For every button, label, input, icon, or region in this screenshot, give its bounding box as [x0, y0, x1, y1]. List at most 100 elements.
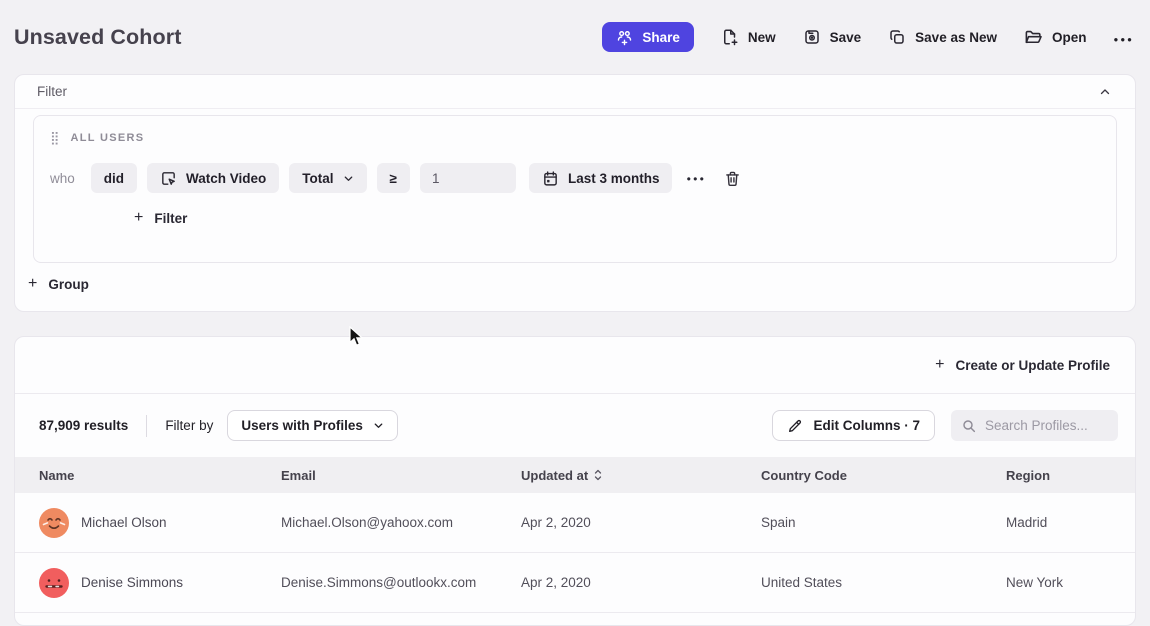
share-users-icon — [616, 29, 633, 46]
date-range-chip[interactable]: Last 3 months — [529, 163, 673, 193]
filter-panel-header: Filter — [15, 75, 1135, 109]
avatar — [39, 568, 69, 598]
add-group-label: Group — [48, 277, 89, 292]
plus-icon: + — [28, 276, 37, 292]
avatar — [39, 508, 69, 538]
plus-icon: + — [134, 210, 143, 226]
share-button[interactable]: Share — [602, 22, 694, 52]
search-icon — [961, 418, 977, 434]
save-as-new-button-label: Save as New — [915, 30, 997, 45]
column-header-email[interactable]: Email — [281, 468, 521, 483]
results-toolbar: 87,909 results Filter by Users with Prof… — [15, 394, 1135, 457]
results-toolbar-right: Edit Columns · 7 — [772, 410, 1118, 441]
table-row[interactable]: Michael Olson Michael.Olson@yahoox.com A… — [15, 493, 1135, 553]
who-label: who — [50, 171, 75, 186]
aggregation-chip-label: Total — [302, 171, 333, 186]
trash-icon — [724, 170, 741, 187]
results-count: 87,909 results — [39, 418, 128, 433]
share-button-label: Share — [642, 30, 680, 45]
drag-handle-icon[interactable]: ⣿ — [50, 130, 59, 146]
operator-chip[interactable]: ≥ — [377, 163, 410, 193]
column-header-name[interactable]: Name — [39, 468, 281, 483]
column-header-label: Region — [1006, 468, 1050, 483]
edit-columns-label: Edit Columns · 7 — [813, 418, 920, 433]
cohort-group-card: ⣿ ALL USERS who did Watch Video Total — [33, 115, 1117, 263]
meatballs-icon: ●●● — [1114, 35, 1135, 44]
new-button-label: New — [748, 30, 776, 45]
chevron-up-icon — [1099, 86, 1111, 98]
name-cell: Denise Simmons — [39, 568, 281, 598]
column-header-country-code[interactable]: Country Code — [761, 468, 1006, 483]
email-cell: Denise.Simmons@outlookx.com — [281, 575, 521, 590]
profile-filter-dropdown[interactable]: Users with Profiles — [227, 410, 398, 441]
region-cell: New York — [1006, 575, 1135, 590]
chevron-down-icon — [373, 420, 384, 431]
vertical-divider — [146, 415, 147, 437]
search-profiles-input[interactable] — [985, 418, 1108, 433]
updated-at-cell: Apr 2, 2020 — [521, 515, 761, 530]
avatar-face-happy — [39, 508, 69, 538]
add-filter-button[interactable]: + Filter — [134, 210, 187, 226]
profile-name: Michael Olson — [81, 515, 167, 530]
add-filter-label: Filter — [154, 211, 187, 226]
column-header-label: Email — [281, 468, 316, 483]
did-chip[interactable]: did — [91, 163, 137, 193]
results-toolbar-left: 87,909 results Filter by Users with Prof… — [39, 410, 398, 441]
save-button-label: Save — [830, 30, 862, 45]
open-button[interactable]: Open — [1024, 28, 1087, 47]
value-input[interactable] — [420, 163, 516, 193]
country-code-cell: United States — [761, 575, 1006, 590]
meatballs-icon: ●●● — [686, 174, 706, 183]
email-cell: Michael.Olson@yahoox.com — [281, 515, 521, 530]
collapse-filter-button[interactable] — [1097, 84, 1113, 100]
column-header-label: Name — [39, 468, 74, 483]
results-panel: + Create or Update Profile 87,909 result… — [14, 336, 1136, 626]
delete-condition-button[interactable] — [722, 168, 743, 189]
name-cell: Michael Olson — [39, 508, 281, 538]
topbar: Unsaved Cohort Share New — [0, 0, 1150, 74]
save-button[interactable]: Save — [803, 28, 862, 46]
create-profile-row: + Create or Update Profile — [15, 337, 1135, 394]
add-group-button[interactable]: + Group — [28, 276, 89, 292]
new-file-icon — [721, 28, 739, 46]
column-header-region[interactable]: Region — [1006, 468, 1135, 483]
filter-panel-title: Filter — [37, 84, 67, 99]
search-box — [951, 410, 1118, 441]
group-label: ALL USERS — [71, 132, 145, 144]
date-range-chip-label: Last 3 months — [568, 171, 660, 186]
profile-name: Denise Simmons — [81, 575, 183, 590]
sort-icon[interactable] — [593, 469, 603, 481]
updated-at-cell: Apr 2, 2020 — [521, 575, 761, 590]
operator-chip-label: ≥ — [390, 171, 397, 186]
column-header-label: Updated at — [521, 468, 588, 483]
condition-options-button[interactable]: ●●● — [686, 172, 706, 184]
save-icon — [803, 28, 821, 46]
new-button[interactable]: New — [721, 28, 776, 46]
avatar-face-neutral — [39, 568, 69, 598]
edit-columns-button[interactable]: Edit Columns · 7 — [772, 410, 935, 441]
toolbar: Share New Save Save as — [602, 22, 1134, 52]
profile-filter-value: Users with Profiles — [241, 418, 363, 433]
region-cell: Madrid — [1006, 515, 1135, 530]
table-row[interactable]: Denise Simmons Denise.Simmons@outlookx.c… — [15, 553, 1135, 613]
event-click-icon — [160, 170, 177, 187]
filter-condition-row: who did Watch Video Total ≥ — [50, 163, 1100, 193]
group-header: ⣿ ALL USERS — [50, 130, 1100, 146]
chevron-down-icon — [343, 173, 354, 184]
page-title: Unsaved Cohort — [14, 25, 181, 50]
copy-icon — [888, 28, 906, 46]
country-code-cell: Spain — [761, 515, 1006, 530]
more-options-button[interactable]: ●●● — [1114, 30, 1135, 45]
table-header: Name Email Updated at Country Code Regio… — [15, 457, 1135, 493]
create-or-update-profile-button[interactable]: + Create or Update Profile — [935, 357, 1110, 373]
open-folder-icon — [1024, 28, 1043, 47]
calendar-icon — [542, 170, 559, 187]
column-header-label: Country Code — [761, 468, 847, 483]
event-chip-label: Watch Video — [186, 171, 266, 186]
aggregation-chip[interactable]: Total — [289, 163, 366, 193]
create-or-update-profile-label: Create or Update Profile — [955, 358, 1110, 373]
plus-icon: + — [935, 357, 944, 373]
column-header-updated-at[interactable]: Updated at — [521, 468, 761, 483]
event-chip[interactable]: Watch Video — [147, 163, 279, 193]
save-as-new-button[interactable]: Save as New — [888, 28, 997, 46]
